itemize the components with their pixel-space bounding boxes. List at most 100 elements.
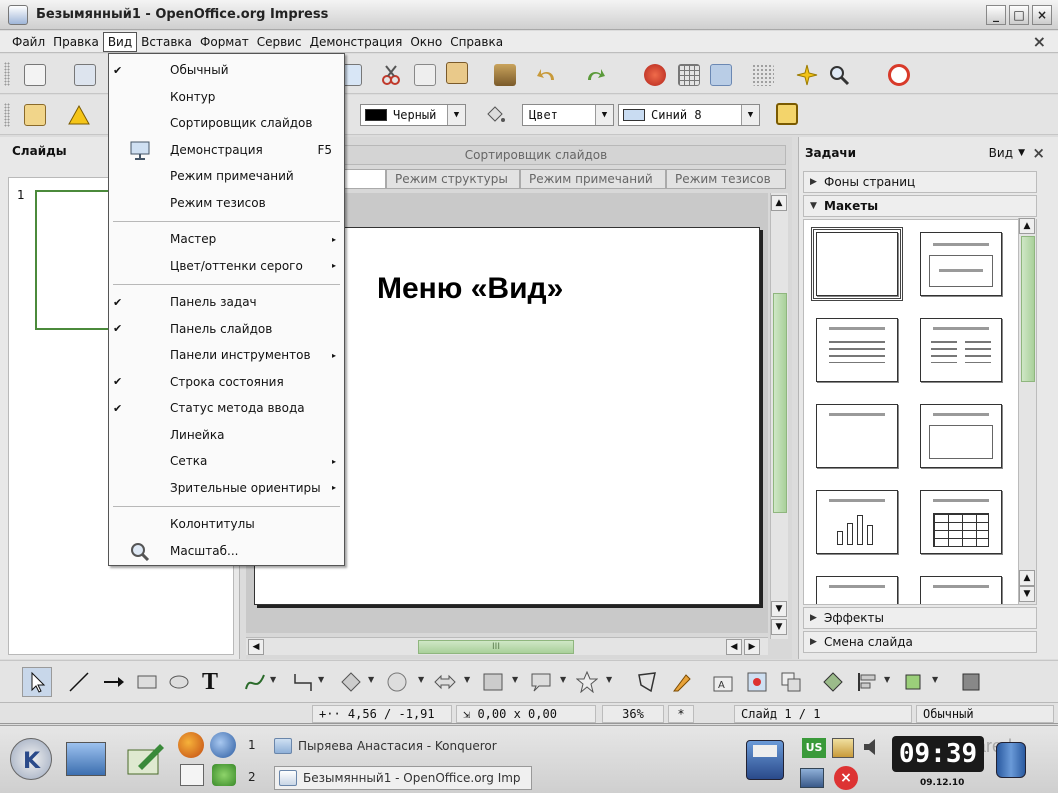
area-color-select[interactable]: Синий 8 ▼	[618, 104, 760, 126]
clone-formatting-icon[interactable]	[494, 64, 516, 86]
vertical-scrollbar[interactable]: ▲ ▼ ▼	[770, 193, 788, 639]
scroll-right-icon[interactable]: ▶	[744, 639, 760, 655]
volume-icon[interactable]	[862, 736, 884, 758]
view-menu-item[interactable]: ✔ Статус метода ввода	[109, 395, 344, 421]
keyboard-layout-indicator[interactable]: US	[802, 738, 826, 758]
task-konqueror[interactable]: Пыряева Анастасия - Konqueror	[274, 734, 497, 758]
help-lifebuoy-icon[interactable]	[888, 64, 910, 86]
line-color-select[interactable]: Черный ▼	[360, 104, 466, 126]
view-menu-item[interactable]: Демонстрация F5	[109, 137, 344, 163]
layouts-scroll-thumb[interactable]	[1021, 236, 1035, 382]
section-layouts[interactable]: ▼ Макеты	[803, 195, 1037, 217]
flowchart-icon[interactable]	[482, 671, 504, 693]
view-menu-item[interactable]: Режим тезисов	[109, 190, 344, 216]
tab-notes[interactable]: Режим примечаний	[520, 169, 666, 189]
shadow-icon[interactable]	[776, 103, 798, 125]
desktop-2[interactable]: 2	[248, 770, 262, 784]
section-master-pages[interactable]: ▶ Фоны страниц	[803, 171, 1037, 193]
chevron-down-icon[interactable]: ▼	[741, 105, 759, 125]
menu-format[interactable]: Формат	[196, 33, 253, 51]
layout-blank[interactable]	[811, 227, 903, 301]
scroll-left-icon[interactable]: ◀	[248, 639, 264, 655]
symbol-shapes-icon[interactable]	[386, 671, 408, 693]
chevron-down-icon[interactable]: ▼	[368, 675, 374, 684]
align-icon[interactable]	[856, 671, 878, 693]
arrow-line-icon[interactable]	[102, 671, 124, 693]
tab-handout[interactable]: Режим тезисов	[666, 169, 786, 189]
chevron-down-icon[interactable]: ▼	[560, 675, 566, 684]
chevron-down-icon[interactable]: ▼	[447, 105, 465, 125]
toolbar-grip-2[interactable]	[4, 103, 10, 127]
view-menu-item[interactable]: ✔ Панель слайдов	[109, 316, 344, 342]
view-menu-item[interactable]: Зрительные ориентиры ▸	[109, 475, 344, 501]
new-document-icon[interactable]	[24, 64, 46, 86]
open-icon[interactable]	[74, 64, 96, 86]
select-tool-button[interactable]	[22, 667, 52, 697]
menu-edit[interactable]: Правка	[49, 33, 103, 51]
text-tool-icon[interactable]: T	[202, 670, 224, 694]
layout-title-content[interactable]	[816, 318, 898, 382]
scroll-down-icon[interactable]: ▼	[771, 601, 787, 617]
fontwork-icon[interactable]: A	[712, 671, 734, 693]
rectangle-tool-icon[interactable]	[136, 671, 158, 693]
callouts-icon[interactable]	[530, 671, 552, 693]
clipboard-icon[interactable]	[832, 738, 854, 758]
edit-icon[interactable]	[126, 740, 166, 778]
scroll-down-end-icon[interactable]: ▼	[771, 619, 787, 635]
status-zoom[interactable]: 36%	[602, 705, 664, 723]
maximize-button[interactable]: □	[1009, 5, 1029, 25]
minimize-button[interactable]: _	[986, 5, 1006, 25]
scroll-up-step-icon[interactable]: ▲	[1019, 570, 1035, 586]
package-icon[interactable]	[212, 764, 236, 786]
area-fill-bucket-icon[interactable]	[484, 104, 506, 126]
scroll-up-icon[interactable]: ▲	[1019, 218, 1035, 234]
layout-two-columns[interactable]	[920, 318, 1002, 382]
chevron-down-icon[interactable]: ▼	[1018, 148, 1025, 158]
section-slide-transition[interactable]: ▶ Смена слайда	[803, 631, 1037, 653]
view-menu-item[interactable]: Мастер ▸	[109, 226, 344, 252]
from-file-icon[interactable]	[746, 671, 768, 693]
hyperlink-icon[interactable]	[710, 64, 732, 86]
thunderbird-icon[interactable]	[210, 732, 236, 758]
line-tool-icon[interactable]	[68, 671, 90, 693]
paste-icon[interactable]	[446, 62, 468, 84]
view-menu-item[interactable]: Панели инструментов ▸	[109, 342, 344, 368]
clock[interactable]: 09:39	[892, 736, 984, 772]
task-impress[interactable]: Безымянный1 - OpenOffice.org Imp	[274, 766, 532, 790]
rotate-icon[interactable]	[822, 671, 844, 693]
grid-icon[interactable]	[752, 64, 774, 86]
menu-help[interactable]: Справка	[446, 33, 507, 51]
tab-outline[interactable]: Режим структуры	[386, 169, 520, 189]
close-document-icon[interactable]: ×	[1033, 32, 1046, 51]
ellipse-tool-icon[interactable]	[168, 671, 190, 693]
view-menu-item[interactable]: ✔ Обычный	[109, 57, 344, 83]
curve-tool-icon[interactable]	[244, 671, 266, 693]
area-style-select[interactable]: Цвет ▼	[522, 104, 614, 126]
scroll-up-icon[interactable]: ▲	[771, 195, 787, 211]
copy-icon[interactable]	[414, 64, 436, 86]
menu-window[interactable]: Окно	[406, 33, 446, 51]
view-menu-item[interactable]: ✔ Панель задач	[109, 289, 344, 315]
chevron-down-icon[interactable]: ▼	[512, 675, 518, 684]
connector-tool-icon[interactable]	[292, 671, 314, 693]
view-menu-item[interactable]: Линейка	[109, 422, 344, 448]
layout-title-only[interactable]	[816, 404, 898, 468]
firefox-icon[interactable]	[178, 732, 204, 758]
close-task-panel-icon[interactable]: ×	[1032, 144, 1045, 162]
layout-partial-1[interactable]	[816, 576, 898, 604]
layout-centered-text[interactable]	[920, 404, 1002, 468]
view-menu-item[interactable]: Режим примечаний	[109, 163, 344, 189]
arrange-icon[interactable]	[902, 671, 924, 693]
close-window-button[interactable]: ×	[1032, 5, 1052, 25]
network-icon[interactable]	[800, 768, 824, 788]
menu-file[interactable]: Файл	[8, 33, 49, 51]
chevron-down-icon[interactable]: ▼	[464, 675, 470, 684]
star-icon[interactable]	[796, 64, 818, 86]
storage-icon[interactable]	[996, 742, 1026, 778]
redo-icon[interactable]	[584, 64, 606, 86]
menu-view[interactable]: Вид	[102, 31, 138, 52]
horizontal-scrollbar[interactable]: ◀ III ◀ ▶	[246, 637, 768, 655]
chevron-down-icon[interactable]: ▼	[595, 105, 613, 125]
chevron-down-icon[interactable]: ▼	[606, 675, 612, 684]
view-menu-item[interactable]: ✔ Строка состояния	[109, 369, 344, 395]
